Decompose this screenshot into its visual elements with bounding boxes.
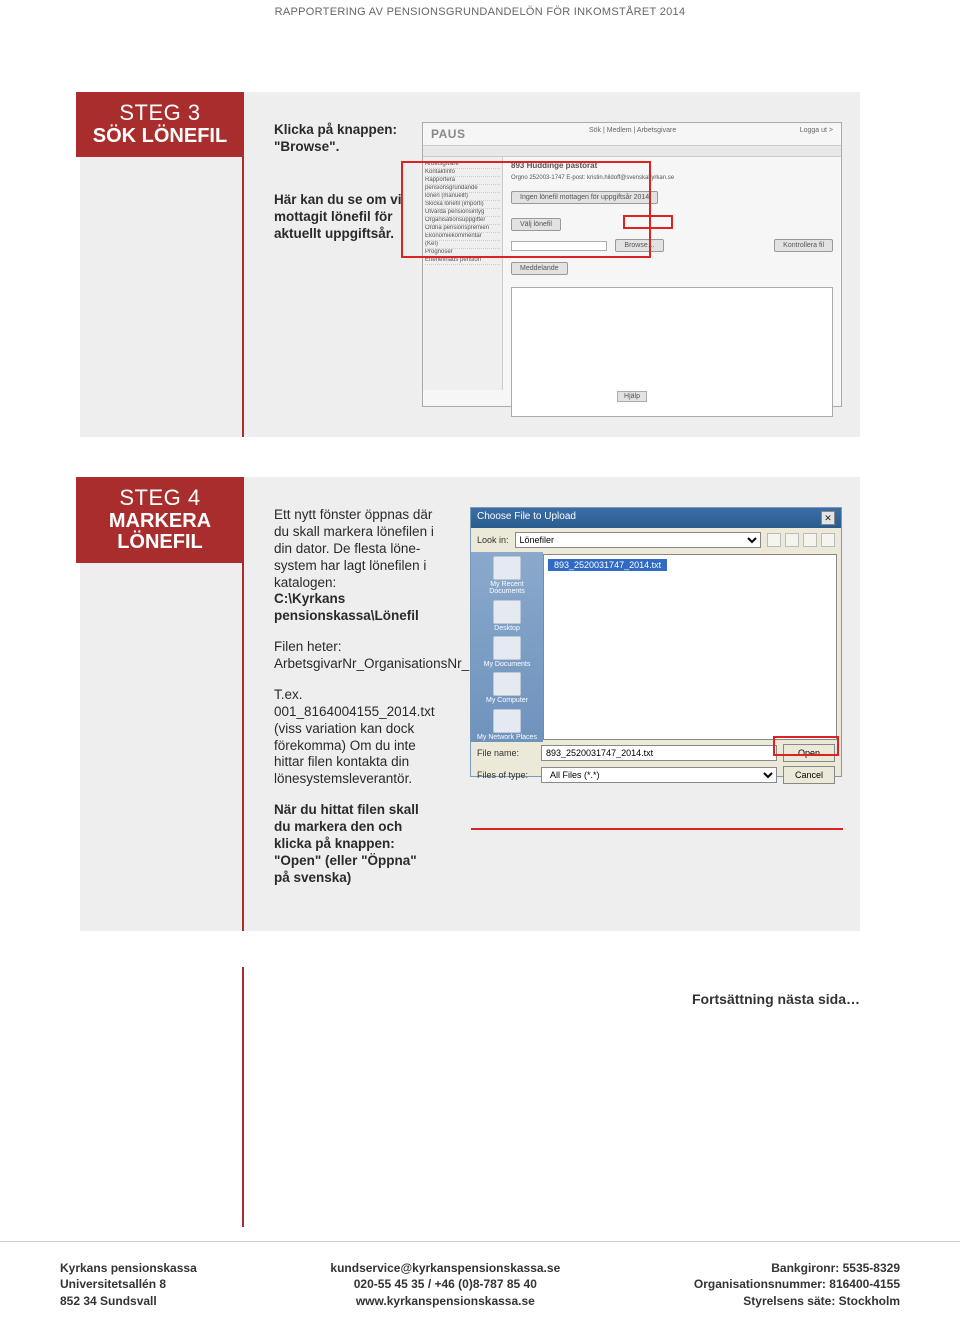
step4-p1: Ett nytt fönster öppnas där du skall mar… <box>274 507 434 590</box>
footer-web: www.kyrkanspensionskassa.se <box>356 1294 535 1308</box>
sidebar-item[interactable]: Organisationsuppgifter <box>425 217 500 225</box>
paus-message-section: Meddelande <box>511 262 568 275</box>
paus-file-input[interactable] <box>511 241 607 251</box>
file-dialog: Choose File to Upload ✕ Look in: Lönefil… <box>470 507 842 777</box>
step4-text: Ett nytt fönster öppnas där du skall mar… <box>274 507 434 901</box>
place-network[interactable]: My Network Places <box>473 709 541 741</box>
sidebar-item[interactable]: pensionsgrundande <box>425 185 500 193</box>
paus-browse-button[interactable]: Browse… <box>615 239 663 252</box>
step3-text: Klicka på knappen: "Browse". Här kan du … <box>274 122 402 407</box>
timeline-spine <box>80 1007 960 1227</box>
new-folder-icon[interactable] <box>803 533 817 547</box>
footer-seat: Styrelsens säte: Stockholm <box>743 1294 900 1308</box>
nav-back-icon[interactable] <box>767 533 781 547</box>
place-documents[interactable]: My Documents <box>473 636 541 668</box>
paus-breadcrumb: Sök | Medlem | Arbetsgivare <box>465 127 799 141</box>
paus-control-button[interactable]: Kontrollera fil <box>774 239 833 252</box>
continue-note: Fortsättning nästa sida… <box>0 991 860 1007</box>
paus-logout[interactable]: Logga ut > <box>800 127 833 141</box>
filetype-select[interactable]: All Files (*.*) <box>541 767 777 783</box>
footer-orgnr: Organisationsnummer: 816400-4155 <box>694 1277 900 1291</box>
sidebar-item[interactable]: Arbetsgivare <box>425 161 500 169</box>
cancel-button[interactable]: Cancel <box>783 766 835 784</box>
place-computer[interactable]: My Computer <box>473 672 541 704</box>
paus-window: PAUS Sök | Medlem | Arbetsgivare Logga u… <box>422 122 842 407</box>
step4-p3: T.ex. 001_8164004155_2014.txt (viss vari… <box>274 687 434 788</box>
file-dialog-title: Choose File to Upload <box>477 511 576 525</box>
open-button[interactable]: Open <box>783 744 835 762</box>
nav-up-icon[interactable] <box>785 533 799 547</box>
paus-hint[interactable]: Hjälp <box>617 391 647 402</box>
place-desktop[interactable]: Desktop <box>473 600 541 632</box>
step3-p2: Här kan du se om vi mottagit lönefil för… <box>274 192 402 243</box>
footer-org: Kyrkans pensionskassa <box>60 1261 197 1275</box>
sidebar-item[interactable]: Ekonomiekommentar <box>425 233 500 241</box>
selected-file[interactable]: 893_2520031747_2014.txt <box>548 559 667 571</box>
paus-brand: PAUS <box>431 127 465 141</box>
lookin-label: Look in: <box>477 535 509 545</box>
footer-bankgiro: Bankgironr: 5535-8329 <box>771 1261 900 1275</box>
sidebar-item[interactable]: Prognoser <box>425 249 500 257</box>
filetype-label: Files of type: <box>477 770 535 780</box>
sidebar-item[interactable]: Skicka lönefil (importi) <box>425 201 500 209</box>
paus-toolbar <box>423 145 841 157</box>
sidebar-item[interactable]: lönen (manuellt) <box>425 193 500 201</box>
paus-sidebar: Arbetsgivare Kontaktinfo Rapportera pens… <box>423 157 503 390</box>
step4-num: STEG 4 <box>82 485 238 511</box>
close-icon[interactable]: ✕ <box>821 511 835 525</box>
footer-email: kundservice@kyrkanspensionskassa.se <box>330 1261 560 1275</box>
sidebar-item[interactable]: (KeI) <box>425 241 500 249</box>
step3-tab: STEG 3 SÖK LÖNEFIL <box>76 92 244 157</box>
sidebar-item[interactable]: Utvärda pensionsintyg <box>425 209 500 217</box>
sidebar-item[interactable]: Ordna pensionspremien <box>425 225 500 233</box>
step3-p1: Klicka på knappen: "Browse". <box>274 122 402 156</box>
filename-label: File name: <box>477 748 535 758</box>
paus-status: Ingen lönefil mottagen för uppgiftsår 20… <box>511 191 658 204</box>
place-recent[interactable]: My Recent Documents <box>473 556 541 596</box>
step3-block: STEG 3 SÖK LÖNEFIL Klicka på knappen: "B… <box>80 92 860 437</box>
step4-title: MARKERA LÖNEFIL <box>82 511 238 553</box>
footer-addr2: 852 34 Sundsvall <box>60 1294 157 1308</box>
file-list[interactable]: 893_2520031747_2014.txt <box>543 554 837 740</box>
sidebar-item[interactable]: Rapportera <box>425 177 500 185</box>
step3-num: STEG 3 <box>82 100 238 126</box>
places-bar: My Recent Documents Desktop My Documents… <box>471 552 543 742</box>
step4-tab: STEG 4 MARKERA LÖNEFIL <box>76 477 244 563</box>
views-icon[interactable] <box>821 533 835 547</box>
footer-addr1: Universitetsallén 8 <box>60 1277 166 1291</box>
step4-p1b: C:\Kyrkans pensionskassa\Lönefil <box>274 591 419 623</box>
page-header: RAPPORTERING AV PENSIONSGRUNDANDELÖN FÖR… <box>0 0 960 22</box>
sidebar-item[interactable]: Efterlevnads pension <box>425 257 500 265</box>
paus-choose-file-button[interactable]: Välj lönefil <box>511 218 561 231</box>
step4-p2: Filen heter: ArbetsgivarNr_Organisations… <box>274 639 434 673</box>
step4-block: STEG 4 MARKERA LÖNEFIL Ett nytt fönster … <box>80 477 860 931</box>
step3-title: SÖK LÖNEFIL <box>82 126 238 147</box>
filename-input[interactable] <box>541 745 777 761</box>
step4-p4: När du hittat filen skall du markera den… <box>274 802 434 886</box>
footer-phone: 020-55 45 35 / +46 (0)8-787 85 40 <box>354 1277 537 1291</box>
sidebar-item[interactable]: Kontaktinfo <box>425 169 500 177</box>
lookin-select[interactable]: Lönefiler <box>515 532 761 548</box>
page-footer: Kyrkans pensionskassa Universitetsallén … <box>0 1241 960 1340</box>
paus-info-row: Orgno 252003-1747 E-post: kristin.hildof… <box>511 175 833 187</box>
paus-content-title: 893 Huddinge pastorat <box>511 161 833 173</box>
paus-editor[interactable] <box>511 287 833 417</box>
